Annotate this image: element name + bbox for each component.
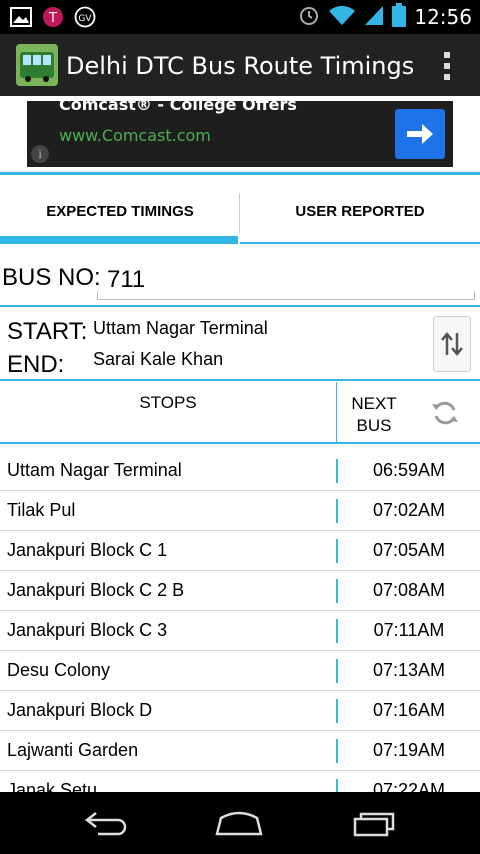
table-row[interactable]: Uttam Nagar Terminal 06:59AM xyxy=(0,451,480,491)
start-value: Uttam Nagar Terminal xyxy=(93,318,268,338)
stop-name: Tilak Pul xyxy=(7,500,76,520)
ad-arrow-button[interactable] xyxy=(395,109,445,159)
svg-text:T: T xyxy=(48,11,57,26)
divider xyxy=(0,305,480,307)
stop-name: Janakpuri Block C 3 xyxy=(7,620,168,640)
table-row[interactable]: Tilak Pul 07:02AM xyxy=(0,491,480,531)
swap-arrows-icon xyxy=(441,332,463,356)
tab-selected-indicator xyxy=(0,236,238,244)
stop-name: Lajwanti Garden xyxy=(7,740,139,760)
ad-info-icon[interactable]: i xyxy=(31,145,49,163)
next-bus-line1: NEXT xyxy=(351,394,397,413)
tab-underline xyxy=(240,242,480,244)
action-bar: Delhi DTC Bus Route Timings xyxy=(0,34,480,96)
battery-icon xyxy=(392,3,407,31)
bus-number-label: BUS NO: xyxy=(2,264,101,291)
next-bus-time: 07:11AM xyxy=(373,620,445,640)
overflow-menu-icon[interactable] xyxy=(444,52,450,80)
swap-route-button[interactable] xyxy=(433,316,471,372)
home-icon xyxy=(215,811,263,836)
back-button[interactable] xyxy=(82,806,132,840)
status-bar: T GV 12:56 xyxy=(0,0,480,34)
gv-notification-icon: GV xyxy=(74,6,96,32)
signal-icon xyxy=(364,4,384,30)
stop-name: Janakpuri Block D xyxy=(7,700,153,720)
home-button[interactable] xyxy=(214,806,264,840)
end-label: END: xyxy=(7,351,65,378)
next-bus-time: 07:05AM xyxy=(372,540,446,560)
table-row[interactable]: Janakpuri Block C 3 07:11AM xyxy=(0,611,480,651)
recent-apps-button[interactable] xyxy=(350,806,400,840)
navigation-bar xyxy=(0,792,480,854)
stop-name: Janakpuri Block C 2 B xyxy=(7,580,185,600)
ad-title: Comcast® - College Offers xyxy=(59,101,297,114)
column-header-next-bus: NEXT BUS xyxy=(338,393,410,437)
divider xyxy=(0,442,480,444)
table-row[interactable]: Janakpuri Block D 07:16AM xyxy=(0,691,480,731)
next-bus-line2: BUS xyxy=(356,416,392,435)
divider xyxy=(0,379,480,381)
tab-expected-timings[interactable]: EXPECTED TIMINGS xyxy=(0,175,240,245)
arrow-right-icon xyxy=(407,124,433,144)
next-bus-time: 06:59AM xyxy=(372,460,446,480)
next-bus-time: 07:02AM xyxy=(372,500,446,520)
app-logo-icon xyxy=(16,44,58,86)
tab-user-reported[interactable]: USER REPORTED xyxy=(240,175,480,245)
stop-name: Desu Colony xyxy=(7,660,111,680)
stop-name: Uttam Nagar Terminal xyxy=(7,460,182,480)
wifi-icon xyxy=(328,4,356,30)
input-edge xyxy=(97,291,98,300)
ad-url: www.Comcast.com xyxy=(59,126,211,145)
gallery-notification-icon xyxy=(10,7,32,31)
end-value: Sarai Kale Khan xyxy=(93,349,224,369)
table-row[interactable]: Desu Colony 07:13AM xyxy=(0,651,480,691)
alarm-icon xyxy=(298,4,320,30)
start-label: START: xyxy=(7,318,88,345)
svg-text:GV: GV xyxy=(78,14,92,24)
ad-banner[interactable]: Comcast® - College Offers www.Comcast.co… xyxy=(27,101,453,167)
next-bus-time: 07:19AM xyxy=(372,740,446,760)
refresh-icon[interactable] xyxy=(430,398,460,428)
bus-number-input[interactable] xyxy=(97,260,475,300)
input-edge xyxy=(474,291,475,300)
app-title: Delhi DTC Bus Route Timings xyxy=(66,52,415,80)
clock: 12:56 xyxy=(414,5,472,29)
table-row[interactable]: Janakpuri Block C 2 B 07:08AM xyxy=(0,571,480,611)
tab-bar: EXPECTED TIMINGS USER REPORTED xyxy=(0,175,480,245)
table-row[interactable]: Janakpuri Block C 1 07:05AM xyxy=(0,531,480,571)
next-bus-time: 07:16AM xyxy=(372,700,446,720)
column-header-stops: STOPS xyxy=(139,393,197,412)
tmobile-notification-icon: T xyxy=(42,6,64,32)
column-divider xyxy=(336,382,337,442)
recent-apps-icon xyxy=(353,812,395,837)
back-icon xyxy=(84,812,127,836)
stop-name: Janakpuri Block C 1 xyxy=(7,540,168,560)
table-row[interactable]: Lajwanti Garden 07:19AM xyxy=(0,731,480,771)
next-bus-time: 07:08AM xyxy=(372,580,446,600)
next-bus-time: 07:13AM xyxy=(372,660,446,680)
